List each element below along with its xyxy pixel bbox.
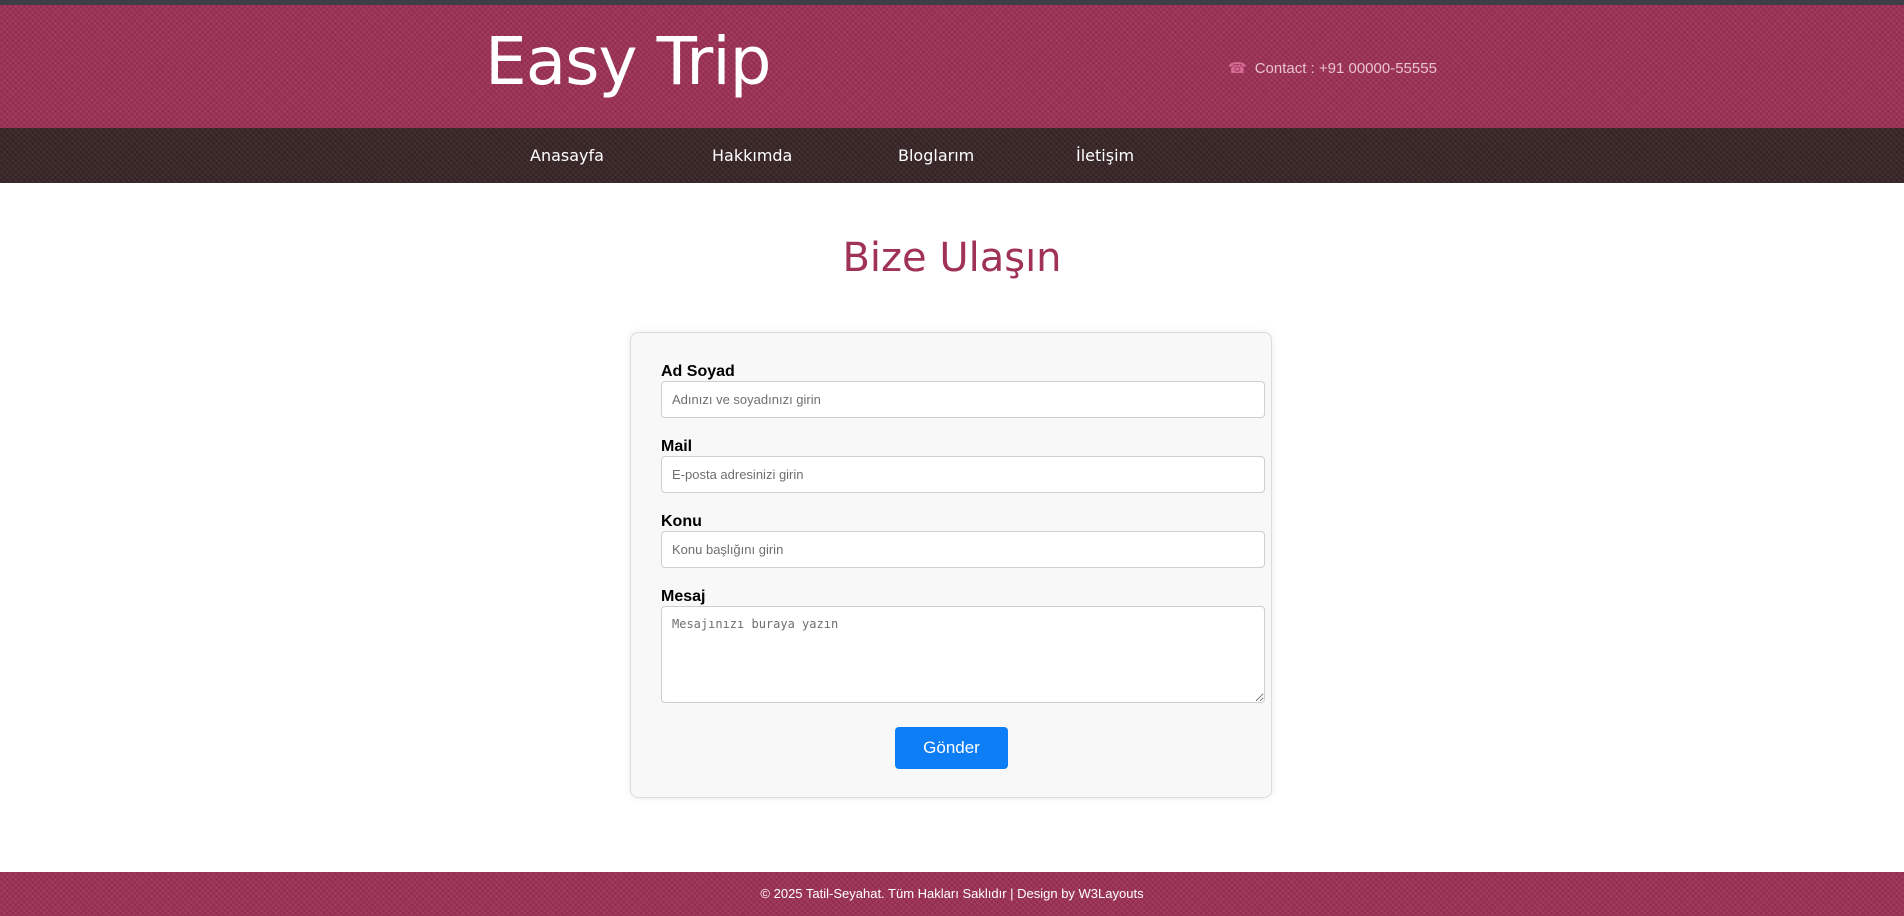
name-label: Ad Soyad — [661, 363, 735, 380]
contact-form: Ad Soyad Mail Konu Mesaj Gönder — [630, 332, 1272, 798]
name-input[interactable] — [661, 381, 1265, 418]
site-logo[interactable]: Easy Trip — [485, 22, 772, 102]
page-title: Bize Ulaşın — [842, 235, 1062, 281]
mail-label: Mail — [661, 438, 693, 455]
contact-text: Contact : +91 00000-55555 — [1254, 60, 1437, 77]
message-label: Mesaj — [661, 588, 706, 605]
nav-item-iletisim[interactable]: İletişim — [1076, 128, 1134, 183]
main-navigation: Anasayfa Hakkımda Bloglarım İletişim — [0, 128, 1904, 183]
footer-copyright: © 2025 Tatil-Seyahat. Tüm Hakları Saklıd… — [760, 886, 1144, 901]
phone-icon: ☎ — [1228, 60, 1247, 77]
mail-input[interactable] — [661, 456, 1265, 493]
site-footer: © 2025 Tatil-Seyahat. Tüm Hakları Saklıd… — [0, 872, 1904, 916]
site-header: Easy Trip ☎ Contact : +91 00000-55555 — [0, 5, 1904, 128]
nav-item-hakkimda[interactable]: Hakkımda — [712, 128, 792, 183]
subject-input[interactable] — [661, 531, 1265, 568]
message-textarea[interactable] — [661, 606, 1265, 703]
nav-item-bloglarim[interactable]: Bloglarım — [898, 128, 974, 183]
contact-info: ☎ Contact : +91 00000-55555 — [1228, 58, 1437, 80]
subject-label: Konu — [661, 513, 702, 530]
nav-item-anasayfa[interactable]: Anasayfa — [530, 128, 604, 183]
submit-button[interactable]: Gönder — [895, 727, 1008, 769]
